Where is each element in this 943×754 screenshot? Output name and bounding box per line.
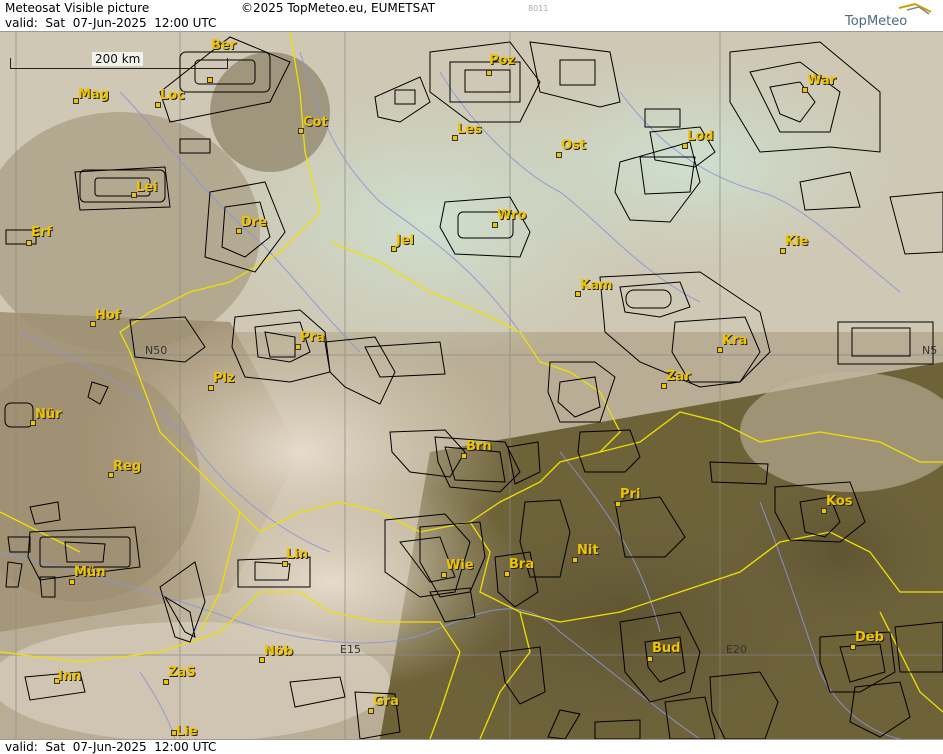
copyright-text: ©2025 TopMeteo.eu, EUMETSAT <box>241 1 436 15</box>
city-label-pri[interactable]: Pri <box>620 487 640 502</box>
city-label-cot[interactable]: Cot <box>303 115 328 130</box>
city-label-wie[interactable]: Wie <box>446 558 474 573</box>
city-label-lei[interactable]: Lei <box>136 180 158 195</box>
city-marker-ber <box>207 77 213 83</box>
city-label-inn[interactable]: Inn <box>58 669 81 684</box>
city-label-kam[interactable]: Kam <box>580 278 612 293</box>
image-title: Meteosat Visible picture <box>5 1 150 15</box>
city-label-mun[interactable]: Mün <box>74 565 105 580</box>
city-label-nob[interactable]: Nöb <box>264 644 293 659</box>
city-label-nur[interactable]: Nür <box>35 407 62 422</box>
city-label-deb[interactable]: Deb <box>855 630 884 645</box>
city-label-nit[interactable]: Nit <box>577 543 599 558</box>
city-label-zar[interactable]: Zar <box>666 369 691 384</box>
city-marker-bud <box>647 656 653 662</box>
map-canvas <box>0 32 943 739</box>
grid-label-e15: E15 <box>340 643 361 656</box>
city-label-kie[interactable]: Kie <box>785 234 808 249</box>
city-label-wro[interactable]: Wro <box>497 208 526 223</box>
grid-label-n50-right: N5 <box>922 344 938 357</box>
city-label-bra[interactable]: Bra <box>509 557 534 572</box>
header-bar: Meteosat Visible picture ©2025 TopMeteo.… <box>0 0 943 32</box>
city-label-dre[interactable]: Dre <box>241 215 267 230</box>
city-label-mag[interactable]: Mag <box>78 87 109 102</box>
satellite-map[interactable]: 200 km N50 N5 E15 E20 Ber Mag Loc Cot Po… <box>0 32 943 739</box>
grid-label-e20: E20 <box>726 643 747 656</box>
city-label-lie[interactable]: Lie <box>176 724 198 739</box>
city-label-lin[interactable]: Lin <box>286 547 308 562</box>
city-label-war[interactable]: War <box>807 73 836 88</box>
city-label-pra[interactable]: Pra <box>300 330 325 345</box>
city-label-zas[interactable]: ZaS <box>168 665 196 680</box>
city-label-erf[interactable]: Erf <box>31 225 52 240</box>
city-label-hof[interactable]: Hof <box>95 308 120 323</box>
city-label-reg[interactable]: Reg <box>113 459 141 474</box>
city-marker-poz <box>486 70 492 76</box>
logo-text: TopMeteo <box>845 14 908 29</box>
city-label-ber[interactable]: Ber <box>211 38 236 53</box>
city-label-lod[interactable]: Lod <box>687 129 714 144</box>
city-label-gra[interactable]: Gra <box>373 694 399 709</box>
city-label-ost[interactable]: Ost <box>561 138 586 153</box>
city-label-les[interactable]: Les <box>457 122 482 137</box>
scale-label: 200 km <box>92 52 144 66</box>
topmeteo-logo[interactable]: TopMeteo <box>837 2 937 30</box>
city-label-kra[interactable]: Kra <box>722 333 747 348</box>
city-label-brn[interactable]: Brn <box>466 439 492 454</box>
image-code: 8011 <box>528 4 549 13</box>
city-label-kos[interactable]: Kos <box>826 494 853 509</box>
valid-time-bottom: valid: Sat 07-Jun-2025 12:00 UTC <box>5 740 217 754</box>
city-label-jel[interactable]: Jel <box>396 233 414 248</box>
city-marker-erf <box>26 240 32 246</box>
grid-label-n50: N50 <box>145 344 168 357</box>
city-label-poz[interactable]: Poz <box>489 53 515 68</box>
city-label-plz[interactable]: Plz <box>213 371 235 386</box>
city-label-loc[interactable]: Loc <box>160 88 185 103</box>
valid-time-top: valid: Sat 07-Jun-2025 12:00 UTC <box>5 16 217 30</box>
footer-bar: valid: Sat 07-Jun-2025 12:00 UTC <box>0 739 943 754</box>
city-label-bud[interactable]: Bud <box>652 641 680 656</box>
